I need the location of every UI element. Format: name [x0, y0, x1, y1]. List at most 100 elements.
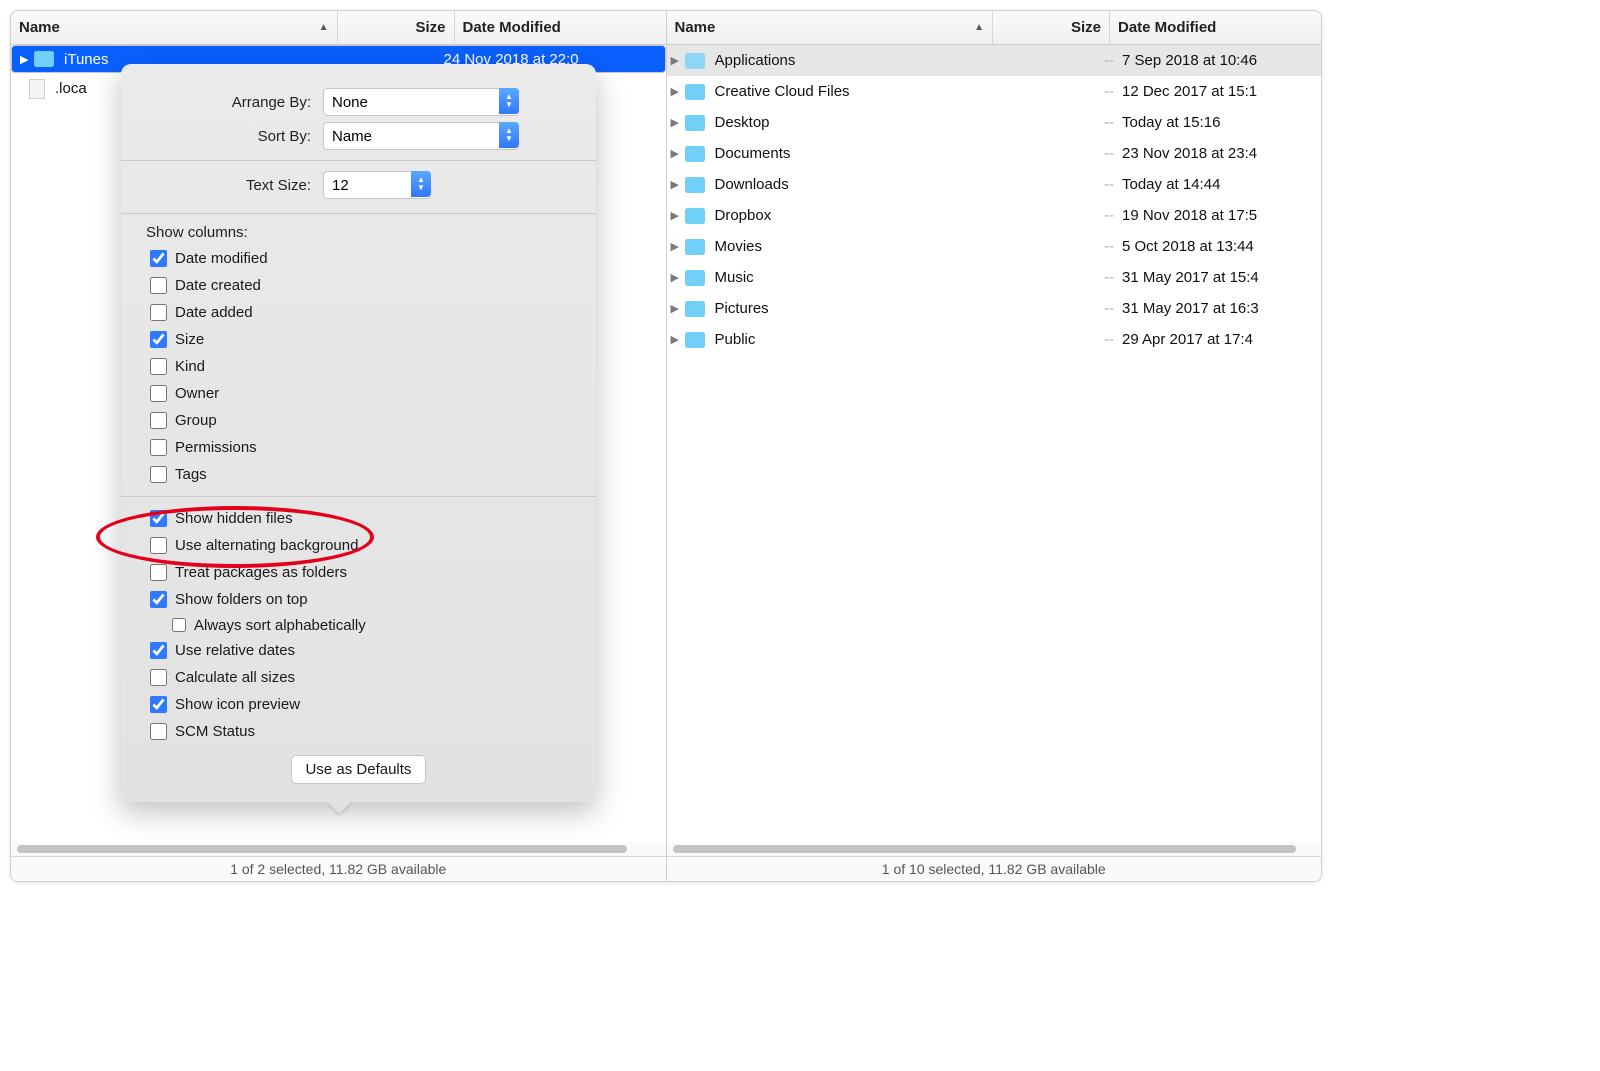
file-size: --: [1014, 238, 1122, 255]
checkbox-input[interactable]: [150, 304, 167, 321]
text-size-select[interactable]: ▲▼: [323, 171, 431, 199]
checkbox-row[interactable]: Show hidden files: [146, 507, 571, 530]
text-size-label: Text Size:: [146, 177, 323, 194]
checkbox-row[interactable]: Group: [146, 409, 571, 432]
arrange-by-select[interactable]: ▲▼: [323, 88, 519, 116]
file-date: Today at 14:44: [1122, 176, 1317, 193]
left-scrollbar[interactable]: [11, 842, 666, 856]
checkbox-row[interactable]: Treat packages as folders: [146, 561, 571, 584]
checkbox-row[interactable]: Permissions: [146, 436, 571, 459]
file-date: 19 Nov 2018 at 17:5: [1122, 207, 1317, 224]
disclosure-triangle-icon[interactable]: ▶: [671, 85, 681, 98]
file-date: 7 Sep 2018 at 10:46: [1122, 52, 1317, 69]
checkbox-input[interactable]: [150, 669, 167, 686]
file-row[interactable]: ▶Applications--7 Sep 2018 at 10:46: [667, 45, 1322, 76]
checkbox-input[interactable]: [150, 642, 167, 659]
file-row[interactable]: ▶Public--29 Apr 2017 at 17:4: [667, 324, 1322, 355]
folder-icon: [685, 270, 705, 286]
checkbox-row[interactable]: Owner: [146, 382, 571, 405]
always-sort-alpha-label: Always sort alphabetically: [194, 617, 366, 634]
file-row[interactable]: ▶Pictures--31 May 2017 at 16:3: [667, 293, 1322, 324]
disclosure-triangle-icon[interactable]: ▶: [671, 271, 681, 284]
disclosure-triangle-icon[interactable]: ▶: [671, 147, 681, 160]
checkbox-row[interactable]: Use relative dates: [146, 639, 571, 662]
file-row[interactable]: ▶Documents--23 Nov 2018 at 23:4: [667, 138, 1322, 169]
checkbox-row[interactable]: Calculate all sizes: [146, 666, 571, 689]
checkbox-input[interactable]: [150, 564, 167, 581]
col-header-date[interactable]: Date Modified: [1110, 11, 1321, 44]
col-header-date[interactable]: Date Modified: [455, 11, 666, 44]
checkbox-row[interactable]: Show folders on top: [146, 588, 571, 611]
col-header-size[interactable]: Size: [993, 11, 1110, 44]
view-options-popover: Arrange By: ▲▼ Sort By: ▲▼ Text Size: ▲▼: [121, 64, 596, 802]
checkbox-input[interactable]: [150, 439, 167, 456]
use-as-defaults-button[interactable]: Use as Defaults: [291, 755, 427, 784]
checkbox-input[interactable]: [150, 412, 167, 429]
folder-icon: [685, 301, 705, 317]
file-row[interactable]: ▶Movies--5 Oct 2018 at 13:44: [667, 231, 1322, 262]
disclosure-triangle-icon[interactable]: ▶: [671, 178, 681, 191]
checkbox-input[interactable]: [150, 277, 167, 294]
checkbox-label: Show icon preview: [175, 696, 300, 713]
checkbox-row[interactable]: Show icon preview: [146, 693, 571, 716]
checkbox-input[interactable]: [150, 510, 167, 527]
disclosure-triangle-icon[interactable]: ▶: [671, 209, 681, 222]
file-size: --: [1014, 269, 1122, 286]
always-sort-alpha-checkbox[interactable]: Always sort alphabetically: [168, 615, 571, 635]
arrange-by-value[interactable]: [323, 88, 519, 116]
file-name: Desktop: [715, 114, 1015, 131]
checkbox-input[interactable]: [150, 331, 167, 348]
right-scrollbar[interactable]: [667, 842, 1322, 856]
disclosure-triangle-icon[interactable]: ▶: [671, 302, 681, 315]
checkbox-input[interactable]: [150, 723, 167, 740]
checkbox-row[interactable]: Size: [146, 328, 571, 351]
file-row[interactable]: ▶Music--31 May 2017 at 15:4: [667, 262, 1322, 293]
sort-by-value[interactable]: [323, 122, 519, 150]
file-row[interactable]: ▶Downloads--Today at 14:44: [667, 169, 1322, 200]
checkbox-input[interactable]: [150, 466, 167, 483]
disclosure-triangle-icon[interactable]: ▶: [671, 333, 681, 346]
file-row[interactable]: ▶Creative Cloud Files--12 Dec 2017 at 15…: [667, 76, 1322, 107]
sort-by-select[interactable]: ▲▼: [323, 122, 519, 150]
checkbox-input[interactable]: [150, 250, 167, 267]
col-header-name[interactable]: Name ▲: [11, 11, 338, 44]
disclosure-triangle-icon[interactable]: ▶: [671, 54, 681, 67]
disclosure-triangle-icon[interactable]: ▶: [20, 53, 30, 66]
file-date: 31 May 2017 at 15:4: [1122, 269, 1317, 286]
disclosure-triangle-icon[interactable]: ▶: [671, 116, 681, 129]
checkbox-row[interactable]: Date modified: [146, 247, 571, 270]
col-header-name-label: Name: [19, 19, 60, 36]
col-header-size[interactable]: Size: [338, 11, 455, 44]
file-row[interactable]: ▶Dropbox--19 Nov 2018 at 17:5: [667, 200, 1322, 231]
file-name: Applications: [715, 52, 1015, 69]
document-icon: [29, 79, 45, 99]
folder-icon: [685, 177, 705, 193]
file-size: --: [1014, 331, 1122, 348]
checkbox-input[interactable]: [150, 385, 167, 402]
folder-icon: [685, 239, 705, 255]
checkbox-input[interactable]: [150, 358, 167, 375]
col-header-date-label: Date Modified: [463, 19, 561, 36]
file-date: Today at 15:16: [1122, 114, 1317, 131]
checkbox-row[interactable]: Use alternating background: [146, 534, 571, 557]
checkbox-row[interactable]: Tags: [146, 463, 571, 486]
sort-ascending-icon: ▲: [319, 22, 329, 33]
checkbox-input[interactable]: [150, 591, 167, 608]
always-sort-alpha-input[interactable]: [172, 618, 186, 632]
disclosure-triangle-icon[interactable]: ▶: [671, 240, 681, 253]
checkbox-label: Date modified: [175, 250, 268, 267]
right-file-list[interactable]: ▶ Applications -- 7 Sep 2018 at 10:46 ▶ Creat…: [667, 45, 1322, 842]
checkbox-label: Owner: [175, 385, 219, 402]
checkbox-input[interactable]: [150, 537, 167, 554]
checkbox-label: Show folders on top: [175, 591, 308, 608]
checkbox-row[interactable]: Date added: [146, 301, 571, 324]
file-name: Downloads: [715, 176, 1015, 193]
col-header-name[interactable]: Name ▲: [667, 11, 994, 44]
checkbox-row[interactable]: SCM Status: [146, 720, 571, 743]
checkbox-row[interactable]: Date created: [146, 274, 571, 297]
file-row[interactable]: ▶Desktop--Today at 15:16: [667, 107, 1322, 138]
checkbox-row[interactable]: Kind: [146, 355, 571, 378]
left-status-text: 1 of 2 selected, 11.82 GB available: [230, 861, 446, 877]
file-name: Creative Cloud Files: [715, 83, 1015, 100]
checkbox-input[interactable]: [150, 696, 167, 713]
